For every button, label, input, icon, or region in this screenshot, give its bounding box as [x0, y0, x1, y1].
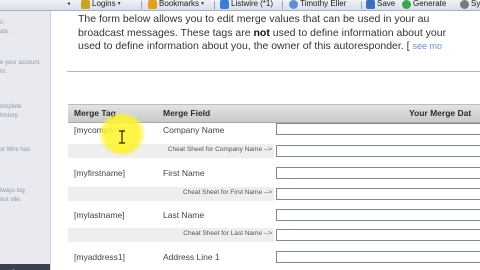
toolbar-generate-button[interactable]: Generate — [402, 0, 446, 10]
sidebar-text: history. — [0, 113, 19, 119]
left-sidebar: s ats. e your account nt. omplete histor… — [0, 11, 51, 270]
divider — [67, 71, 480, 72]
toolbar-user-label: Timothy Eller — [300, 0, 347, 8]
sidebar-text: st Wire has — [0, 147, 31, 153]
toolbar-listwire-badge: (*1) — [260, 0, 274, 8]
toolbar-listwire-label: Listwire — [231, 0, 259, 8]
intro-text: The form below allows you to edit merge … — [78, 13, 480, 54]
merge-tag: [mylastname] — [74, 210, 125, 220]
merge-field-label: Address Line 1 — [163, 252, 220, 262]
logins-key-icon — [81, 0, 90, 9]
see-more-link[interactable]: see mo — [412, 41, 442, 51]
cheat-sheet-company-link[interactable]: Cheat Sheet for Company Name --> — [168, 146, 272, 153]
sidebar-text: e your account — [0, 60, 40, 66]
listwire-icon — [220, 0, 229, 9]
cheat-sheet-last-name-link[interactable]: Cheat Sheet for Last Name --> — [183, 230, 272, 237]
sidebar-text: omplete — [0, 104, 22, 110]
sidebar-text: lways log — [0, 188, 25, 194]
intro-line-1: The form below allows you to edit merge … — [78, 13, 430, 25]
header-merge-data: Your Merge Dat — [409, 108, 472, 118]
sidebar-text: s — [0, 20, 3, 26]
cheat-sheet-first-name-link[interactable]: Cheat Sheet for First Name --> — [183, 189, 272, 196]
browser-toolbar: ◂ Logins ▾ Bookmarks ▾ Listwire (*1) Tim… — [0, 0, 480, 11]
save-icon — [366, 0, 375, 9]
toolbar-user-button[interactable]: Timothy Eller — [289, 0, 346, 10]
merge-tag: [myfirstname] — [74, 168, 126, 178]
toolbar-save-button[interactable]: Save — [366, 0, 395, 10]
user-icon — [289, 0, 298, 9]
chevron-left-icon[interactable]: ◂ — [67, 0, 70, 7]
cheat-sheet-company-field[interactable] — [276, 145, 480, 157]
last-name-input[interactable] — [276, 209, 480, 221]
address-line-1-input[interactable] — [276, 251, 480, 263]
cheat-sheet-first-name-field[interactable] — [276, 188, 480, 200]
toolbar-generate-label: Generate — [413, 0, 447, 8]
merge-field-label: First Name — [163, 168, 205, 178]
toolbar-logins-label: Logins — [92, 0, 116, 8]
sidebar-active-item[interactable]: ent — [0, 264, 50, 270]
chevron-down-icon: ▾ — [201, 1, 205, 7]
toolbar-logins-button[interactable]: Logins ▾ — [81, 0, 121, 10]
intro-bold-not: not — [253, 26, 270, 39]
toolbar-listwire-button[interactable]: Listwire (*1) — [220, 0, 273, 10]
sidebar-text: nt. — [0, 69, 7, 75]
sidebar-text: ats. — [0, 29, 10, 35]
intro-line-2: broadcast messages. These tags are — [78, 26, 254, 39]
intro-line-3: used to define information about you, th… — [78, 40, 413, 52]
cheat-sheet-row: Cheat Sheet for Company Name --> — [68, 144, 274, 158]
merge-tag: [myaddress1] — [74, 252, 126, 262]
company-name-input[interactable] — [276, 123, 480, 135]
bookmark-star-icon — [148, 0, 157, 9]
header-merge-field: Merge Field — [163, 108, 211, 118]
intro-line-2-rest: used to define information about your — [269, 26, 447, 39]
sync-icon — [460, 0, 469, 9]
sidebar-text: our site. — [0, 197, 22, 203]
merge-field-label: Last Name — [163, 210, 205, 220]
first-name-input[interactable] — [276, 167, 480, 179]
toolbar-sync-button[interactable]: Sy — [460, 0, 480, 10]
merge-field-label: Company Name — [163, 125, 225, 135]
cheat-sheet-row: Cheat Sheet for Last Name --> — [68, 228, 274, 242]
text-cursor-icon — [119, 130, 125, 144]
toolbar-save-label: Save — [377, 0, 396, 8]
generate-icon — [402, 0, 411, 9]
cheat-sheet-row: Cheat Sheet for First Name --> — [68, 187, 274, 201]
chevron-down-icon: ▾ — [117, 1, 121, 7]
cheat-sheet-last-name-field[interactable] — [276, 229, 480, 241]
toolbar-bookmarks-label: Bookmarks — [159, 0, 200, 8]
toolbar-bookmarks-button[interactable]: Bookmarks ▾ — [148, 0, 204, 10]
toolbar-sync-label: Sy — [471, 0, 480, 8]
